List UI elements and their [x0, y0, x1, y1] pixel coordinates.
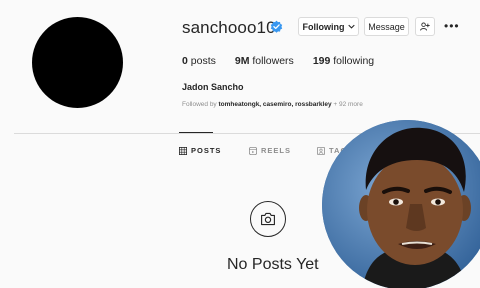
followers-label: followers: [249, 55, 294, 67]
player-photo: [322, 120, 480, 288]
following-button[interactable]: Following: [298, 17, 359, 36]
followed-by-prefix: Followed by: [182, 101, 219, 108]
tab-reels[interactable]: REELS: [249, 146, 291, 155]
verified-badge-icon: [270, 20, 283, 33]
empty-state-camera: [250, 201, 286, 237]
profile-avatar[interactable]: [32, 17, 123, 108]
more-options-icon[interactable]: •••: [444, 19, 460, 33]
profile-stats: 0 posts 9M followers 199 following: [182, 55, 374, 67]
following-label: following: [330, 55, 375, 67]
tag-icon: [317, 146, 325, 155]
message-button-label: Message: [368, 21, 405, 32]
tab-posts[interactable]: POSTS: [179, 146, 221, 155]
active-tab-indicator: [179, 132, 213, 133]
suggested-users-button[interactable]: [415, 17, 435, 36]
followed-by-names: tomheatongk, casemiro, rossbarkley: [218, 101, 332, 108]
profile-username: sanchooo10: [182, 18, 276, 37]
following-stat[interactable]: 199 following: [313, 55, 374, 67]
posts-label: posts: [187, 55, 216, 67]
followers-count: 9M: [234, 55, 250, 67]
followers-stat[interactable]: 9M followers: [235, 55, 294, 67]
following-button-label: Following: [302, 21, 345, 32]
posts-stat[interactable]: 0 posts: [182, 55, 216, 67]
reels-icon: [249, 146, 257, 155]
add-user-icon: [420, 22, 430, 31]
profile-full-name: Jadon Sancho: [182, 82, 244, 92]
player-photo-image: [322, 120, 480, 288]
message-button[interactable]: Message: [364, 17, 409, 36]
profile-page: sanchooo10 Following Message ••• 0 posts…: [0, 0, 480, 288]
tab-posts-label: POSTS: [191, 146, 222, 155]
followed-by-text[interactable]: Followed by tomheatongk, casemiro, rossb…: [182, 101, 363, 108]
grid-icon: [179, 146, 187, 155]
empty-state-message: No Posts Yet: [227, 256, 319, 273]
camera-icon: [261, 212, 275, 226]
chevron-down-icon: [347, 24, 355, 29]
following-count: 199: [312, 55, 331, 67]
followed-by-more: + 92 more: [331, 101, 363, 108]
tab-reels-label: REELS: [261, 146, 292, 155]
